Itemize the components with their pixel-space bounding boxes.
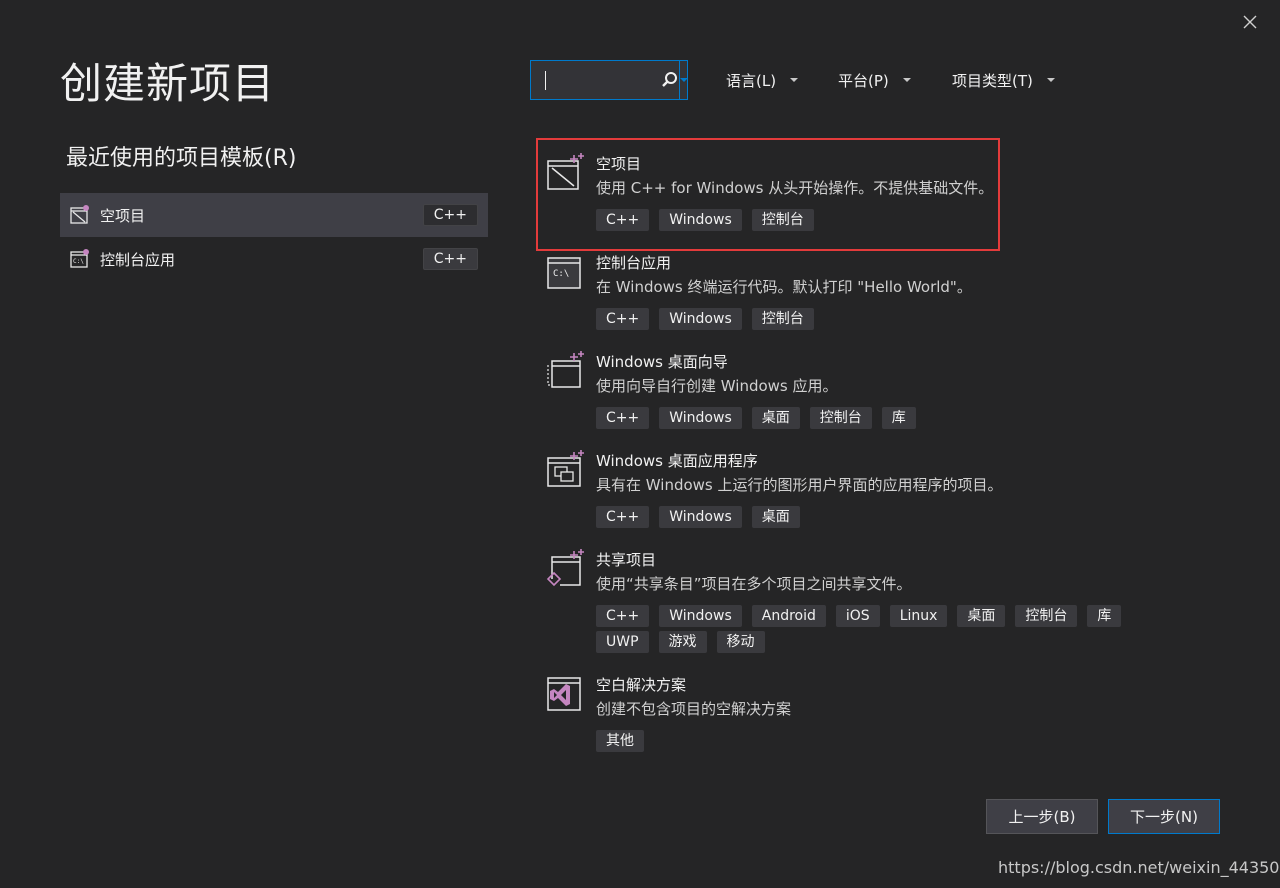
template-name: Windows 桌面应用程序 (596, 452, 758, 470)
template-empty-project[interactable]: 空项目 使用 C++ for Windows 从头开始操作。不提供基础文件。 C… (536, 141, 1000, 249)
template-description: 具有在 Windows 上运行的图形用户界面的应用程序的项目。 (596, 476, 1003, 494)
template-windows-desktop-wizard[interactable]: Windows 桌面向导 使用向导自行创建 Windows 应用。 C++ Wi… (536, 339, 1000, 439)
template-name: Windows 桌面向导 (596, 353, 728, 371)
close-icon (1243, 15, 1257, 29)
tag: Windows (659, 308, 742, 330)
template-name: 共享项目 (596, 551, 657, 569)
tag: 桌面 (751, 506, 800, 528)
search-history-dropdown[interactable] (679, 61, 688, 99)
tag: 移动 (716, 631, 765, 653)
tag: Android (751, 605, 826, 627)
tag: 其他 (596, 730, 644, 752)
template-blank-solution[interactable]: 空白解决方案 创建不包含项目的空解决方案 其他 (536, 662, 1000, 762)
template-description: 在 Windows 终端运行代码。默认打印 "Hello World"。 (596, 278, 972, 296)
language-tag: C++ (422, 204, 478, 226)
tag: C++ (596, 209, 650, 231)
template-name: 空项目 (596, 155, 642, 173)
tag: C++ (596, 506, 650, 528)
tag: 库 (1087, 605, 1122, 627)
close-button[interactable] (1236, 8, 1264, 36)
tag: 游戏 (658, 631, 707, 653)
recent-item-console-app[interactable]: C:\ 控制台应用 C++ (60, 237, 488, 281)
tag: UWP (596, 631, 649, 653)
filter-platform[interactable]: 平台(P) (838, 68, 911, 92)
recent-item-label: 空项目 (100, 206, 146, 225)
template-tags: C++ Windows 桌面 (596, 506, 1156, 528)
tag: 控制台 (1015, 605, 1078, 627)
language-tag: C++ (422, 248, 478, 270)
tag: 控制台 (751, 308, 814, 330)
desktop-app-icon (546, 450, 584, 488)
chevron-down-icon (902, 78, 911, 82)
template-description: 创建不包含项目的空解决方案 (596, 700, 792, 718)
template-search (530, 60, 688, 101)
filter-label: 项目类型(T) (952, 71, 1033, 90)
back-button[interactable]: 上一步(B) (986, 799, 1098, 834)
tag: Windows (659, 209, 742, 231)
template-description: 使用 C++ for Windows 从头开始操作。不提供基础文件。 (596, 179, 994, 197)
tag: Windows (659, 407, 742, 429)
recent-item-empty-project[interactable]: 空项目 C++ (60, 193, 488, 237)
template-console-app[interactable]: C:\ 控制台应用 在 Windows 终端运行代码。默认打印 "Hello W… (536, 240, 1000, 340)
svg-text:C:\: C:\ (553, 269, 569, 279)
tag: C++ (596, 308, 650, 330)
next-button[interactable]: 下一步(N) (1108, 799, 1220, 834)
search-icon[interactable] (661, 61, 679, 99)
console-app-icon: C:\ (70, 249, 90, 269)
template-description: 使用向导自行创建 Windows 应用。 (596, 377, 838, 395)
tag: 控制台 (751, 209, 814, 231)
template-name: 空白解决方案 (596, 676, 687, 694)
tag: Linux (889, 605, 948, 627)
recent-templates-title: 最近使用的项目模板(R) (66, 146, 297, 171)
tag: Windows (659, 605, 742, 627)
empty-project-icon (70, 205, 90, 225)
template-windows-desktop-app[interactable]: Windows 桌面应用程序 具有在 Windows 上运行的图形用户界面的应用… (536, 438, 1003, 538)
tag: 库 (881, 407, 916, 429)
template-shared-project[interactable]: 共享项目 使用“共享条目”项目在多个项目之间共享文件。 C++ Windows … (536, 537, 1122, 661)
template-description: 使用“共享条目”项目在多个项目之间共享文件。 (596, 575, 912, 593)
filter-language[interactable]: 语言(L) (726, 68, 799, 92)
template-tags: C++ Windows 控制台 (596, 308, 1156, 330)
recent-item-label: 控制台应用 (100, 250, 176, 269)
shared-project-icon (546, 549, 584, 587)
tag: 桌面 (957, 605, 1006, 627)
chevron-down-icon (680, 78, 688, 82)
visual-studio-icon (546, 674, 584, 712)
text-caret (545, 71, 546, 90)
console-app-icon: C:\ (546, 252, 584, 290)
tag: Windows (659, 506, 742, 528)
empty-project-icon (546, 153, 584, 191)
tag: iOS (835, 605, 880, 627)
chevron-down-icon (790, 78, 799, 82)
tag: C++ (596, 605, 650, 627)
template-tags: 其他 (596, 730, 1156, 752)
template-name: 控制台应用 (596, 254, 672, 272)
chevron-down-icon (1046, 78, 1055, 82)
template-tags: C++ Windows 桌面 控制台 库 (596, 407, 1156, 429)
template-tags: C++ Windows 控制台 (596, 209, 1156, 231)
tag: C++ (596, 407, 650, 429)
desktop-wizard-icon (546, 351, 584, 389)
filter-label: 平台(P) (838, 71, 889, 90)
svg-text:C:\: C:\ (73, 258, 84, 265)
tag: 控制台 (809, 407, 872, 429)
template-tags: C++ Windows Android iOS Linux 桌面 控制台 库 U… (596, 605, 1156, 653)
filter-label: 语言(L) (726, 71, 777, 90)
page-title: 创建新项目 (60, 59, 276, 108)
search-input[interactable] (531, 61, 661, 101)
tag: 桌面 (751, 407, 800, 429)
watermark: https://blog.csdn.net/weixin_44350337 (998, 858, 1280, 877)
filter-project-type[interactable]: 项目类型(T) (952, 68, 1055, 92)
